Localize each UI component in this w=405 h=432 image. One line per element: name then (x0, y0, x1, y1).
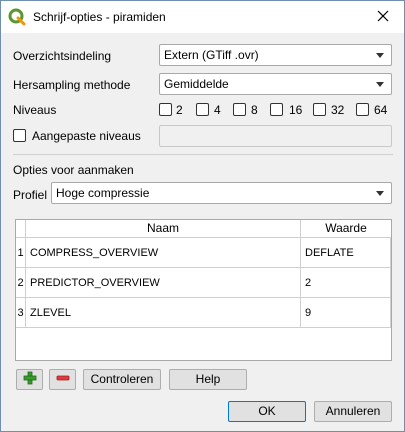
chevron-down-icon (376, 191, 384, 196)
level-checkbox-8[interactable] (233, 103, 246, 116)
overview-format-label: Overzichtsindeling (13, 49, 112, 63)
table-cell-name[interactable]: PREDICTOR_OVERVIEW (26, 268, 301, 298)
minus-icon (56, 371, 70, 388)
column-header-name[interactable]: Naam (26, 220, 301, 238)
resampling-label: Hersampling methode (13, 78, 131, 92)
help-button[interactable]: Help (169, 369, 247, 390)
chevron-down-icon (376, 53, 384, 58)
close-button[interactable] (362, 1, 404, 33)
row-header[interactable]: 1 (16, 238, 26, 268)
level-checkbox-4[interactable] (196, 103, 209, 116)
level-label-8: 8 (251, 103, 258, 117)
options-table[interactable]: Naam Waarde 1 COMPRESS_OVERVIEW DEFLATE … (15, 219, 392, 361)
level-label-4: 4 (214, 103, 221, 117)
level-checkbox-32[interactable] (313, 103, 326, 116)
table-cell-name[interactable]: COMPRESS_OVERVIEW (26, 238, 301, 268)
level-checkbox-64[interactable] (356, 103, 369, 116)
plus-icon (23, 371, 37, 388)
dialog-window: Schrijf-opties - piramiden Overzichtsind… (0, 0, 405, 432)
title-bar: Schrijf-opties - piramiden (1, 1, 404, 33)
custom-levels-checkbox[interactable] (13, 129, 26, 142)
custom-levels-label: Aangepaste niveaus (32, 129, 141, 143)
validate-button[interactable]: Controleren (83, 369, 161, 390)
close-icon (377, 10, 389, 25)
custom-levels-input[interactable] (159, 125, 392, 147)
cancel-button[interactable]: Annuleren (314, 401, 392, 422)
separator (13, 154, 393, 155)
column-header-value[interactable]: Waarde (301, 220, 391, 238)
table-corner (16, 220, 26, 238)
row-header[interactable]: 3 (16, 298, 26, 328)
add-option-button[interactable] (16, 369, 43, 390)
overview-format-select[interactable]: Extern (GTiff .ovr) (159, 44, 392, 66)
profile-value: Hoge compressie (56, 186, 150, 200)
qgis-icon (8, 8, 26, 26)
ok-button[interactable]: OK (228, 401, 306, 422)
levels-label: Niveaus (13, 103, 57, 117)
level-label-2: 2 (176, 103, 183, 117)
level-label-16: 16 (289, 103, 303, 117)
creation-options-label: Opties voor aanmaken (13, 163, 134, 177)
level-label-64: 64 (374, 103, 388, 117)
table-cell-value[interactable]: 9 (301, 298, 391, 328)
remove-option-button[interactable] (49, 369, 76, 390)
overview-format-value: Extern (GTiff .ovr) (164, 48, 259, 62)
level-checkbox-16[interactable] (270, 103, 283, 116)
level-checkbox-2[interactable] (159, 103, 172, 116)
row-header[interactable]: 2 (16, 268, 26, 298)
resampling-select[interactable]: Gemiddelde (159, 73, 392, 95)
table-cell-value[interactable]: DEFLATE (301, 238, 391, 268)
profile-label: Profiel (13, 188, 48, 202)
table-cell-value[interactable]: 2 (301, 268, 391, 298)
resampling-value: Gemiddelde (164, 77, 229, 91)
level-label-32: 32 (331, 103, 345, 117)
chevron-down-icon (376, 82, 384, 87)
table-cell-name[interactable]: ZLEVEL (26, 298, 301, 328)
window-title: Schrijf-opties - piramiden (33, 10, 166, 24)
profile-select[interactable]: Hoge compressie (51, 182, 392, 204)
